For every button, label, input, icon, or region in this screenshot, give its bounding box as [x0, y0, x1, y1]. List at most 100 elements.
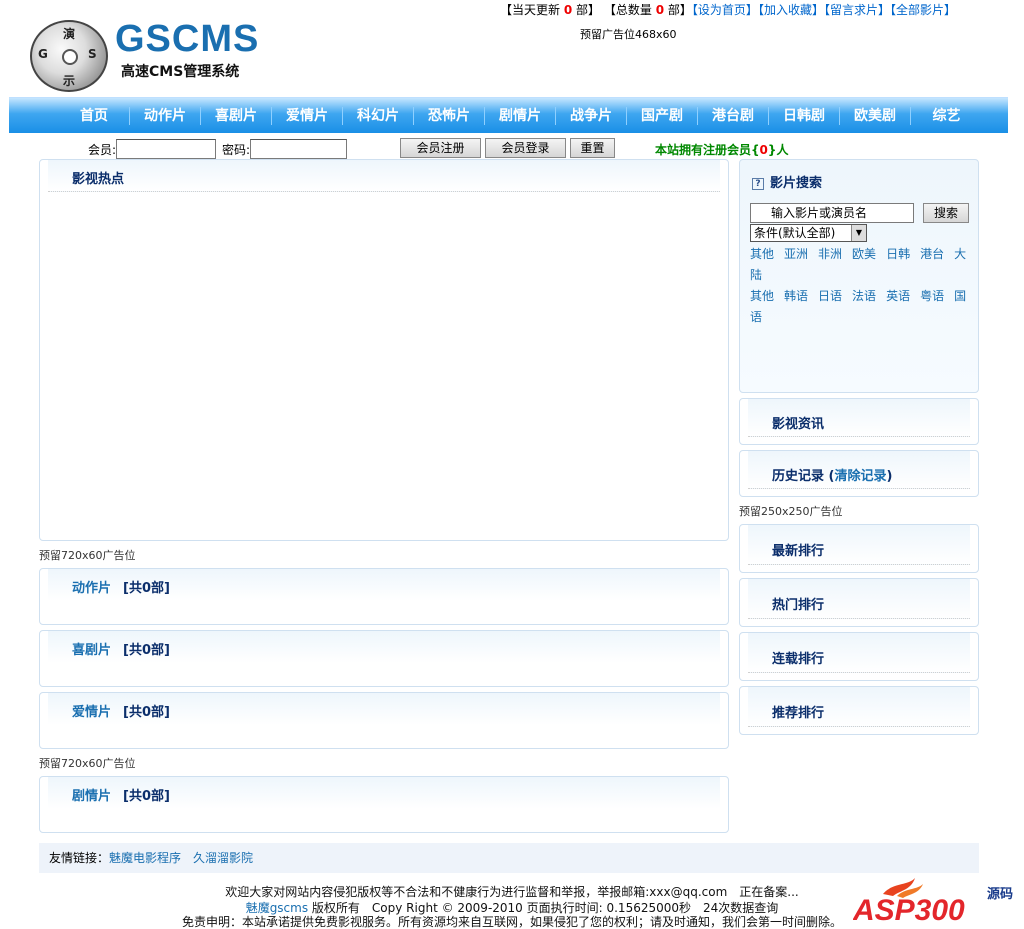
nav-item-jpkr-series[interactable]: 日韩剧: [769, 106, 840, 125]
category-count-action: [共0部]: [123, 581, 170, 596]
member-label: 会员:: [88, 142, 117, 157]
all-movies-link[interactable]: 【全部影片】: [890, 3, 956, 17]
nav-item-horror[interactable]: 恐怖片: [414, 106, 485, 125]
language-link-french[interactable]: 法语: [852, 289, 876, 303]
history-panel: 历史记录 (清除记录): [739, 450, 979, 497]
login-button[interactable]: 会员登录: [485, 138, 566, 158]
search-button[interactable]: 搜索: [923, 203, 969, 223]
add-favorite-link[interactable]: 【加入收藏】: [758, 3, 824, 17]
login-form: 会员: 密码:: [88, 139, 353, 159]
friend-link-1[interactable]: 魅魔电影程序: [109, 851, 181, 865]
rank-panel-latest: 最新排行: [739, 524, 979, 573]
friend-links-bar: 友情链接：魅魔电影程序 久溜溜影院: [39, 843, 979, 873]
nav-item-action[interactable]: 动作片: [130, 106, 201, 125]
friend-links-label: 友情链接：: [49, 851, 110, 865]
category-panel-comedy: 喜剧片 [共0部]: [39, 630, 729, 687]
registered-members-post: }人: [767, 143, 789, 157]
main-nav: 首页 动作片 喜剧片 爱情片 科幻片 恐怖片 剧情片 战争片 国产剧 港台剧 日…: [9, 97, 1008, 133]
category-count-comedy: [共0部]: [123, 643, 170, 658]
rank-panel-recommended: 推荐排行: [739, 686, 979, 735]
hot-panel-title: 影视热点: [72, 172, 125, 187]
nav-item-romance[interactable]: 爱情片: [272, 106, 343, 125]
category-link-action[interactable]: 动作片: [72, 581, 111, 596]
region-link-jpkr[interactable]: 日韩: [886, 247, 910, 261]
rank-title-serial: 连载排行: [772, 652, 825, 667]
total-count: 0: [655, 3, 665, 17]
set-homepage-link[interactable]: 【设为首页】: [692, 3, 758, 17]
region-link-africa[interactable]: 非洲: [818, 247, 842, 261]
member-input[interactable]: [116, 139, 217, 159]
category-link-comedy[interactable]: 喜剧片: [72, 643, 111, 658]
registered-members: 本站拥有注册会员{0}人: [655, 141, 788, 158]
top-status-links: 【当天更新 0 部】 【总数量 0 部】【设为首页】【加入收藏】【留言求片】【全…: [500, 1, 956, 18]
registered-members-count: 0: [759, 143, 768, 157]
category-panel-romance: 爱情片 [共0部]: [39, 692, 729, 749]
nav-item-scifi[interactable]: 科幻片: [343, 106, 414, 125]
language-link-english[interactable]: 英语: [886, 289, 910, 303]
category-panel-action: 动作片 [共0部]: [39, 568, 729, 625]
clear-history-link[interactable]: 清除记录: [834, 469, 886, 484]
logo-title: GSCMS: [115, 18, 260, 60]
rank-title-popular: 热门排行: [772, 598, 825, 613]
register-button[interactable]: 会员注册: [400, 138, 481, 158]
rank-panel-serial: 连载排行: [739, 632, 979, 681]
nav-item-home[interactable]: 首页: [59, 106, 130, 125]
region-link-hktw[interactable]: 港台: [920, 247, 944, 261]
password-label: 密码:: [222, 142, 251, 157]
nav-item-western-series[interactable]: 欧美剧: [840, 106, 911, 125]
ad-slot-720-b: 预留720x60广告位: [39, 757, 136, 770]
friend-link-2[interactable]: 久溜溜影院: [193, 851, 253, 865]
chevron-down-icon: ▼: [851, 225, 866, 241]
language-link-japanese[interactable]: 日语: [818, 289, 842, 303]
condition-select[interactable]: 条件(默认全部) ▼: [750, 224, 867, 242]
news-panel: 影视资讯: [739, 398, 979, 445]
region-link-other[interactable]: 其他: [750, 247, 774, 261]
news-panel-title: 影视资讯: [772, 417, 825, 432]
reset-button[interactable]: 重置: [570, 138, 615, 158]
category-panel-drama: 剧情片 [共0部]: [39, 776, 729, 833]
language-links: 其他 韩语 日语 法语 英语 粤语 国语: [750, 286, 970, 328]
category-link-drama[interactable]: 剧情片: [72, 789, 111, 804]
rank-title-latest: 最新排行: [772, 544, 825, 559]
nav-item-domestic-series[interactable]: 国产剧: [627, 106, 698, 125]
svg-text:ASP300: ASP300: [853, 894, 965, 926]
rank-title-recommended: 推荐排行: [772, 706, 825, 721]
hot-panel: 影视热点: [39, 159, 729, 541]
category-count-drama: [共0部]: [123, 789, 170, 804]
language-link-cantonese[interactable]: 粤语: [920, 289, 944, 303]
svg-text:源码: 源码: [987, 886, 1013, 902]
nav-item-war[interactable]: 战争片: [556, 106, 627, 125]
asp300-watermark-logo: ASP300 源码: [852, 876, 1021, 927]
rank-panel-popular: 热门排行: [739, 578, 979, 627]
nav-item-variety[interactable]: 综艺: [911, 107, 982, 125]
nav-item-hktw-series[interactable]: 港台剧: [698, 106, 769, 125]
search-input[interactable]: 输入影片或演员名: [750, 203, 914, 223]
help-icon: ?: [752, 178, 764, 190]
language-link-other[interactable]: 其他: [750, 289, 774, 303]
history-panel-title: 历史记录: [772, 469, 825, 484]
ad-slot-720-a: 预留720x60广告位: [39, 549, 136, 562]
today-update-count: 0: [563, 3, 573, 17]
site-logo[interactable]: 演 G S 示 GSCMS 高速CMS管理系统: [28, 18, 258, 93]
disc-logo-icon: 演 G S 示: [30, 20, 108, 92]
category-count-romance: [共0部]: [123, 705, 170, 720]
ad-slot-250: 预留250x250广告位: [739, 505, 843, 518]
total-count-label-pre: 【总数量: [603, 3, 652, 17]
region-link-asia[interactable]: 亚洲: [784, 247, 808, 261]
category-link-romance[interactable]: 爱情片: [72, 705, 111, 720]
disc-char-left: G: [38, 47, 48, 61]
request-movie-link[interactable]: 【留言求片】: [824, 3, 890, 17]
password-input[interactable]: [250, 139, 348, 159]
today-update-label-post: 部】: [576, 3, 601, 17]
disc-char-top: 演: [63, 27, 76, 41]
nav-item-comedy[interactable]: 喜剧片: [201, 106, 272, 125]
region-link-western[interactable]: 欧美: [852, 247, 876, 261]
today-update-label-pre: 【当天更新: [500, 3, 561, 17]
total-count-label-post: 部】: [667, 3, 692, 17]
nav-item-drama[interactable]: 剧情片: [485, 106, 556, 125]
search-panel-title: ? 影片搜索: [752, 172, 822, 191]
disc-char-right: S: [88, 47, 97, 61]
language-link-korean[interactable]: 韩语: [784, 289, 808, 303]
registered-members-pre: 本站拥有注册会员{: [655, 143, 760, 157]
ad-slot-468: 预留广告位468x60: [580, 28, 677, 41]
